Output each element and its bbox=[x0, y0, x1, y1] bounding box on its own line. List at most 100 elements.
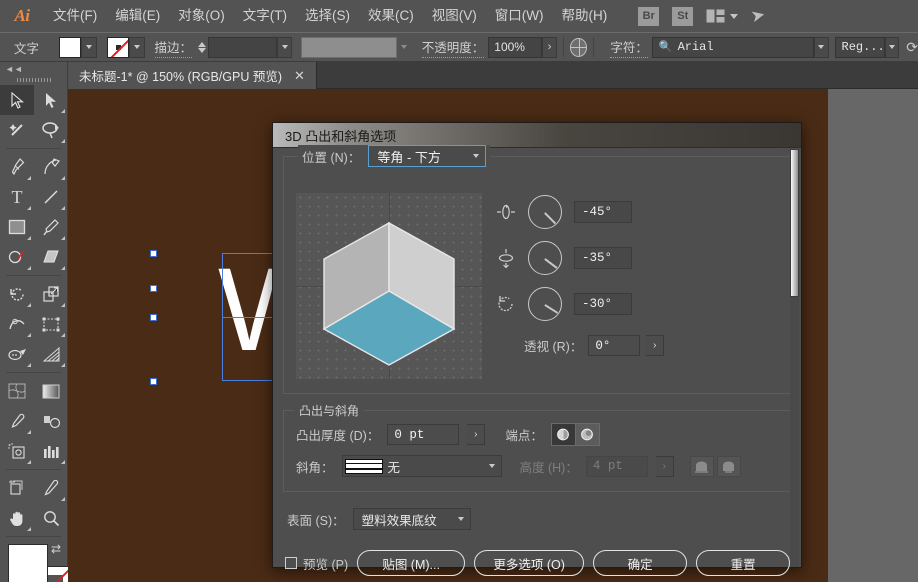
rotate-z-field[interactable]: -30° bbox=[574, 293, 632, 315]
font-style-dropdown[interactable] bbox=[884, 36, 900, 58]
tool-type[interactable]: T bbox=[0, 182, 34, 212]
menu-help[interactable]: 帮助(H) bbox=[552, 0, 616, 32]
tool-eyedropper[interactable] bbox=[0, 406, 34, 436]
tool-width[interactable] bbox=[0, 309, 34, 339]
font-style-field[interactable]: Reg... bbox=[834, 36, 885, 58]
reset-button[interactable]: 重置 bbox=[696, 550, 791, 576]
tool-rotate[interactable] bbox=[0, 279, 34, 309]
menu-select[interactable]: 选择(S) bbox=[296, 0, 359, 32]
tool-zoom[interactable] bbox=[34, 503, 68, 533]
swap-fill-stroke-icon[interactable]: ⇄ bbox=[51, 542, 61, 556]
cube-preview[interactable] bbox=[296, 193, 482, 379]
font-family-field[interactable]: 🔍 Arial bbox=[651, 36, 814, 58]
stroke-swatch-dot bbox=[115, 44, 121, 50]
font-size-icon[interactable]: ⟳ bbox=[906, 39, 918, 56]
tool-shape-builder[interactable] bbox=[0, 339, 34, 369]
dialog-scrollbar-thumb[interactable] bbox=[790, 149, 799, 297]
tool-lasso[interactable] bbox=[34, 115, 68, 145]
stroke-swatch-dropdown[interactable] bbox=[128, 36, 145, 58]
tool-mesh[interactable] bbox=[0, 376, 34, 406]
tool-paintbrush[interactable] bbox=[34, 212, 68, 242]
stroke-weight-dropdown[interactable] bbox=[277, 36, 293, 58]
app-logo-icon: Ai bbox=[14, 6, 30, 25]
tool-gradient[interactable] bbox=[34, 376, 68, 406]
stroke-profile-dropdown[interactable] bbox=[397, 37, 412, 58]
stroke-profile-field[interactable] bbox=[301, 36, 398, 58]
tool-selection[interactable] bbox=[0, 85, 34, 115]
rotate-y-field[interactable]: -35° bbox=[574, 247, 632, 269]
menu-file[interactable]: 文件(F) bbox=[44, 0, 106, 32]
cap-solid-button[interactable] bbox=[551, 424, 575, 445]
surface-dropdown[interactable]: 塑料效果底纹 bbox=[352, 508, 471, 530]
rotate-z-row: -30° bbox=[496, 287, 664, 321]
tool-artboard[interactable] bbox=[0, 473, 34, 503]
tool-scale[interactable] bbox=[34, 279, 68, 309]
cap-hollow-button[interactable] bbox=[575, 424, 599, 445]
preview-checkbox[interactable] bbox=[285, 557, 297, 569]
stroke-weight-field[interactable] bbox=[207, 36, 278, 58]
ok-button[interactable]: 确定 bbox=[593, 550, 688, 576]
stroke-swatch[interactable] bbox=[106, 36, 129, 58]
tool-curvature[interactable] bbox=[34, 152, 68, 182]
rocket-icon[interactable]: ➤ bbox=[749, 5, 767, 28]
tool-pen[interactable] bbox=[0, 152, 34, 182]
transparency-grid-icon[interactable] bbox=[569, 37, 588, 57]
bevel-dropdown[interactable]: 无 bbox=[341, 455, 502, 477]
selection-handle[interactable] bbox=[150, 285, 157, 292]
bridge-icon[interactable]: Br bbox=[638, 6, 660, 26]
tool-column-graph[interactable] bbox=[34, 436, 68, 466]
menu-type[interactable]: 文字(T) bbox=[234, 0, 296, 32]
bevel-preview-icon bbox=[344, 458, 383, 474]
menu-object[interactable]: 对象(O) bbox=[169, 0, 234, 32]
tool-line-segment[interactable] bbox=[34, 182, 68, 212]
tool-slice[interactable] bbox=[34, 473, 68, 503]
preview-checkbox-row[interactable]: 预览 (P) bbox=[285, 554, 348, 573]
perspective-stepper[interactable]: › bbox=[646, 335, 665, 356]
tool-hand[interactable] bbox=[0, 503, 34, 533]
rotate-x-icon bbox=[497, 204, 515, 220]
fill-swatch[interactable] bbox=[58, 36, 81, 58]
position-dropdown[interactable]: 等角 - 下方 bbox=[368, 145, 487, 167]
map-art-button[interactable]: 贴图 (M)... bbox=[357, 550, 466, 576]
rotate-x-field[interactable]: -45° bbox=[574, 201, 632, 223]
perspective-field[interactable]: 0° bbox=[588, 335, 641, 356]
tool-perspective-grid[interactable] bbox=[34, 339, 68, 369]
tools-panel-collapse-button[interactable]: ◄◄ bbox=[0, 62, 67, 75]
stock-icon[interactable]: St bbox=[672, 6, 694, 26]
position-label: 位置 (N)： bbox=[302, 150, 361, 165]
stroke-weight-stepper[interactable] bbox=[196, 37, 208, 58]
tool-blend[interactable] bbox=[34, 406, 68, 436]
opacity-field[interactable]: 100% bbox=[488, 36, 543, 58]
rotate-x-dial[interactable] bbox=[528, 195, 562, 229]
close-icon[interactable]: ✕ bbox=[294, 68, 305, 84]
tool-eraser[interactable] bbox=[34, 242, 68, 272]
more-options-button[interactable]: 更多选项 (O) bbox=[474, 550, 585, 576]
extrude-depth-field[interactable]: 0 pt bbox=[387, 424, 460, 445]
tool-magic-wand[interactable] bbox=[0, 115, 34, 145]
fill-swatch-dropdown[interactable] bbox=[80, 36, 97, 58]
cube-graphic bbox=[322, 221, 456, 366]
tool-direct-selection[interactable] bbox=[34, 85, 68, 115]
fill-color-swatch[interactable] bbox=[8, 544, 48, 582]
menu-window[interactable]: 窗口(W) bbox=[486, 0, 553, 32]
tool-free-transform[interactable] bbox=[34, 309, 68, 339]
arrange-documents-icon[interactable] bbox=[706, 9, 739, 23]
rotate-z-dial[interactable] bbox=[528, 287, 562, 321]
menu-effect[interactable]: 效果(C) bbox=[359, 0, 423, 32]
selection-handle[interactable] bbox=[150, 250, 157, 257]
font-family-dropdown[interactable] bbox=[813, 36, 829, 58]
selection-handle[interactable] bbox=[150, 378, 157, 385]
tool-shaper[interactable] bbox=[0, 242, 34, 272]
tools-panel-grip[interactable] bbox=[0, 75, 67, 85]
tool-rectangle[interactable] bbox=[0, 212, 34, 242]
tool-symbol-sprayer[interactable] bbox=[0, 436, 34, 466]
menu-view[interactable]: 视图(V) bbox=[423, 0, 486, 32]
extrude-depth-stepper[interactable]: › bbox=[467, 424, 486, 445]
opacity-flyout-button[interactable]: › bbox=[542, 36, 558, 58]
tools-grid-fill bbox=[0, 376, 67, 466]
document-tab[interactable]: 未标题-1* @ 150% (RGB/GPU 预览) ✕ bbox=[68, 62, 317, 89]
selection-handle[interactable] bbox=[150, 314, 157, 321]
rotate-y-dial[interactable] bbox=[528, 241, 562, 275]
dialog-scrollbar[interactable] bbox=[790, 149, 799, 567]
menu-edit[interactable]: 编辑(E) bbox=[106, 0, 169, 32]
